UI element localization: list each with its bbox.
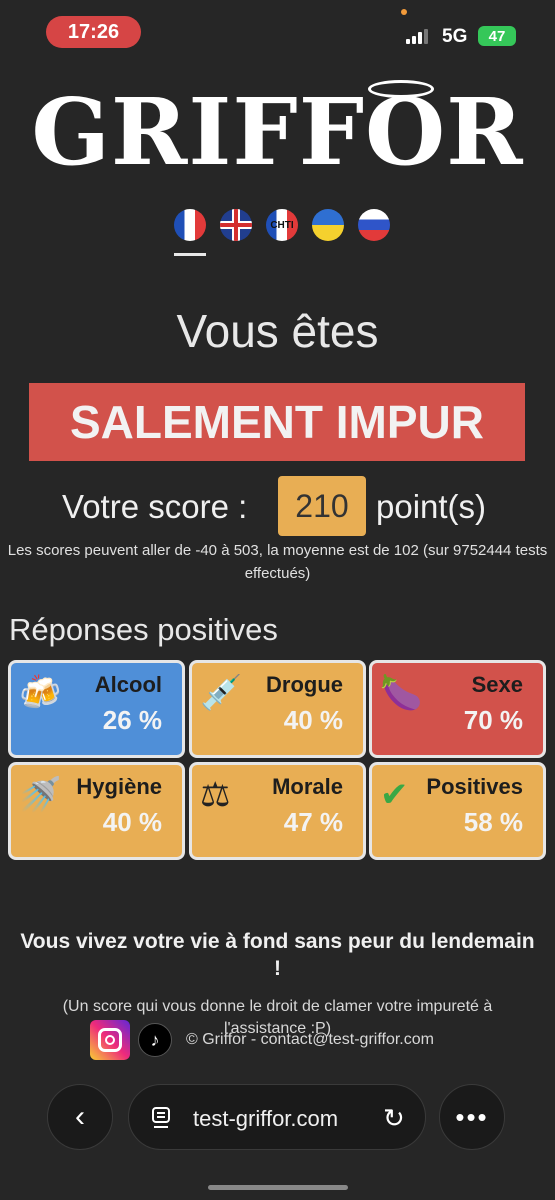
category-card-sexe: 🍆 Sexe 70 % [369,660,546,758]
flag-chti-icon[interactable]: CHTI [266,209,298,241]
back-button[interactable]: ‹ [47,1084,113,1150]
battery-icon: 47 [478,26,516,46]
category-percent: 40 % [102,807,162,837]
category-percent: 26 % [102,705,162,735]
url-text: test-griffor.com [193,1106,339,1131]
battery-level: 47 [488,27,506,45]
camera-indicator-icon [401,9,407,15]
score-info: Les scores peuvent aller de -40 à 503, l… [7,542,548,582]
language-selector: CHTI [174,209,390,241]
verdict-banner: SALEMENT IMPUR [29,383,525,461]
halo-icon [368,80,434,98]
beer-mugs-icon: 🍻 [19,674,62,712]
network-type: 5G [442,26,468,47]
category-title: Hygiène [76,774,162,799]
flag-russian-icon[interactable] [358,209,390,241]
active-language-indicator [174,253,206,256]
scales-icon: ⚖ [200,776,231,814]
flag-french-icon[interactable] [174,209,206,241]
page-menu-icon [152,1107,170,1128]
status-time: 17:26 [46,16,141,48]
more-button[interactable]: ••• [439,1084,505,1150]
positives-title: Réponses positives [9,612,278,647]
score-value: 210 [278,476,366,536]
category-percent: 70 % [463,705,523,735]
category-card-positives: ✔ Positives 58 % [369,762,546,860]
category-title: Morale [272,774,343,799]
reload-icon[interactable]: ↻ [383,1103,405,1134]
category-card-hygiene: 🚿 Hygiène 40 % [8,762,185,860]
result-heading: Vous êtes [176,305,379,357]
tiktok-icon[interactable]: ♪ [138,1023,172,1057]
category-title: Alcool [94,672,162,697]
category-percent: 47 % [283,807,343,837]
category-card-drogue: 💉 Drogue 40 % [189,660,366,758]
check-mark-icon: ✔ [380,776,409,814]
more-dots-icon: ••• [455,1101,489,1132]
address-bar[interactable]: test-griffor.com ↻ [128,1084,426,1150]
score-unit: point(s) [376,488,487,525]
category-percent: 40 % [283,705,343,735]
syringe-icon: 💉 [200,674,243,712]
flag-ukrainian-icon[interactable] [312,209,344,241]
conclusion-headline: Vous vivez votre vie à fond sans peur du… [20,930,535,980]
shower-icon: 🚿 [19,776,62,814]
category-title: Drogue [266,672,343,697]
footer: ♪ © Griffor - contact@test-griffor.com [90,1019,434,1061]
chevron-left-icon: ‹ [75,1100,85,1133]
footer-copyright[interactable]: © Griffor - contact@test-griffor.com [186,1031,434,1049]
category-card-morale: ⚖ Morale 47 % [189,762,366,860]
score-row: Votre score : 210 point(s) [0,476,555,536]
category-title: Positives [426,774,523,799]
browser-toolbar: ‹ test-griffor.com ↻ ••• [0,1080,555,1160]
category-title: Sexe [471,672,523,697]
flag-chti-label: CHTI [270,219,294,231]
signal-icon [406,28,428,44]
category-card-alcool: 🍻 Alcool 26 % [8,660,185,758]
category-percent: 58 % [463,807,523,837]
flag-english-icon[interactable] [220,209,252,241]
score-label: Votre score : [62,488,248,525]
status-bar: 17:26 5G 47 [0,0,555,60]
eggplant-icon: 🍆 [380,674,423,712]
site-logo[interactable]: GRIFFOR [0,78,555,186]
logo-text: GRIFFOR [31,78,524,186]
home-indicator [208,1185,348,1190]
instagram-icon[interactable] [90,1020,130,1060]
